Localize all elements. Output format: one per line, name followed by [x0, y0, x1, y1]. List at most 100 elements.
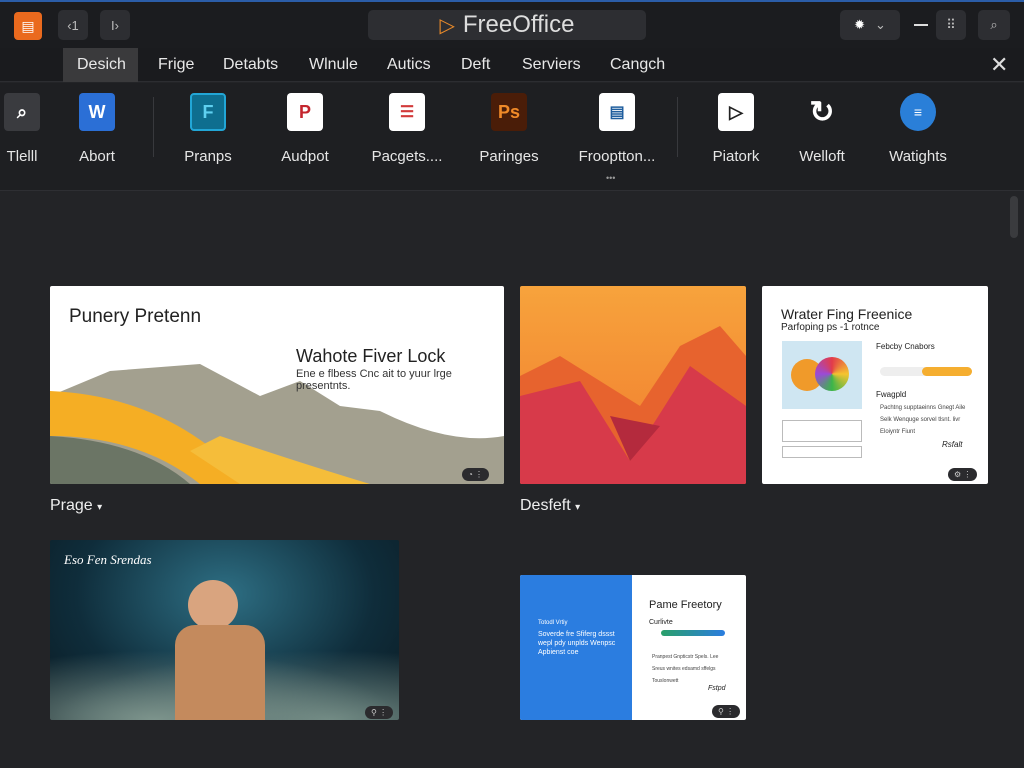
bullet-list: Pachtng supptaeinns Gnegt Aile Selk Wenq…	[880, 402, 965, 438]
scrollbar[interactable]	[1010, 196, 1018, 238]
ribbon-item-pranps[interactable]: F Pranps	[160, 93, 256, 165]
text-box	[782, 446, 862, 458]
signature: Rsfalt	[942, 440, 963, 449]
tab-detabts[interactable]: Detabts	[209, 48, 292, 82]
forward-button[interactable]: I›	[100, 10, 130, 40]
ribbon-item-piatork[interactable]: ▷ Piatork	[688, 93, 784, 165]
more-indicator[interactable]: •••	[606, 173, 615, 183]
label-text: Prage	[50, 497, 93, 514]
list-item: Pachtng supptaeinns Gnegt Aile	[880, 405, 966, 411]
play-folder-icon: ▷	[718, 93, 754, 131]
card-heading: Wahote Fiver Lock	[296, 346, 446, 366]
document-red-icon: ☰	[389, 93, 425, 131]
tab-frige[interactable]: Frige	[144, 48, 208, 82]
card-body: Ene e flbess Cnc ait to yuur lrge presen…	[296, 368, 452, 392]
chat-icon: ≡	[900, 93, 936, 131]
tab-wlnule[interactable]: Wlnule	[295, 48, 372, 82]
word-icon: W	[79, 93, 115, 131]
side-heading: Febcby Cnabors	[876, 342, 935, 351]
divider	[153, 97, 154, 157]
list-item: Pranpest Gnpticstr Spels. Lee	[652, 654, 719, 660]
tab-desich[interactable]: Desich	[63, 48, 138, 82]
template-label-desfeft[interactable]: Desfeft ▾	[520, 497, 580, 515]
signature: Fstpd	[708, 685, 726, 692]
kicker: Totodl Vrtiy	[538, 620, 568, 626]
settings-dropdown[interactable]: ✹ ⌄	[840, 10, 900, 40]
tab-deft[interactable]: Deft	[447, 48, 504, 82]
list-item: Selk Wenquge sorvel tlsnt. livr	[880, 417, 961, 423]
tab-autics[interactable]: Autics	[373, 48, 445, 82]
app-logo-icon[interactable]: ▤	[14, 12, 42, 40]
tab-cangch[interactable]: Cangch	[596, 48, 679, 82]
ribbon-label: Frooptton...	[578, 148, 656, 165]
person-body	[175, 625, 265, 720]
grid-icon[interactable]: ⠿	[936, 10, 966, 40]
ribbon-item-watights[interactable]: ≡ Watights	[870, 93, 966, 165]
ribbon-label: Welloft	[799, 148, 845, 165]
list-item: Sreus wnites edsamd sffelgs	[652, 666, 716, 672]
ribbon-item-frooptton[interactable]: ▤ Frooptton...	[569, 93, 665, 165]
template-card-2[interactable]	[520, 286, 746, 484]
list-heading: Fwagpld	[876, 390, 907, 399]
play-logo-icon: ▷	[439, 14, 455, 37]
panel-heading: Soverde fre Sfiferg dssst wepl pdy unpld…	[538, 631, 616, 656]
ribbon-label: Tlelll	[6, 148, 38, 165]
label-text: Desfeft	[520, 497, 571, 514]
card-badge: ⚲ ⋮	[712, 705, 741, 718]
text-box	[782, 420, 862, 442]
template-card-5[interactable]: Totodl Vrtiy Soverde fre Sfiferg dssst w…	[520, 575, 746, 720]
ribbon-label: Pacgets....	[371, 148, 443, 165]
card-badge: ⚙ ⋮	[948, 468, 978, 481]
close-icon[interactable]: ✕	[990, 52, 1008, 78]
ribbon-item-paringes[interactable]: Ps Paringes	[461, 93, 557, 165]
list-item: Eloiyntr Fiunt	[880, 429, 916, 435]
card-badge: ◔ ⋮	[462, 468, 490, 481]
template-label-prage[interactable]: Prage ▾	[50, 497, 102, 515]
progress-bar	[880, 367, 972, 376]
file-f-icon: F	[190, 93, 226, 131]
back-button[interactable]: ‹1	[58, 10, 88, 40]
ribbon: ⌕ Tlelll W Abort F Pranps P Audpot ☰ Pacgets.…	[0, 83, 1024, 191]
ribbon-item-pacgets[interactable]: ☰ Pacgets....	[359, 93, 455, 165]
template-card-1[interactable]: Punery Pretenn Wahote Fiver Lock Ene e f…	[50, 286, 504, 484]
template-card-3[interactable]: Wrater Fing Freenice Parfoping ps -1 rot…	[762, 286, 988, 484]
ribbon-item-audpot[interactable]: P Audpot	[257, 93, 353, 165]
app-title-box: ▷ FreeOffice	[368, 10, 646, 40]
chevron-down-icon: ▾	[97, 502, 103, 513]
photoshop-icon: Ps	[491, 93, 527, 131]
ribbon-label: Piatork	[712, 148, 760, 165]
card-title: Wrater Fing Freenice	[781, 306, 913, 322]
card-title: Pame Freetory	[649, 599, 722, 611]
card-subtitle: Parfoping ps -1 rotnce	[781, 322, 880, 333]
title-bar: ▤ ‹1 I› ▷ FreeOffice ✹ ⌄ ⠿ ⌕	[0, 0, 1024, 48]
ribbon-item-abort[interactable]: W Abort	[49, 93, 145, 165]
app-title: FreeOffice	[462, 11, 575, 38]
presentation-p-icon: P	[287, 93, 323, 131]
search-button[interactable]: ⌕	[978, 10, 1010, 40]
bullet-list: Pranpest Gnpticstr Spels. Lee Sreus wnit…	[652, 651, 718, 687]
minimize-button[interactable]	[914, 24, 928, 26]
chevron-down-icon: ⌄	[875, 17, 886, 32]
ribbon-label: Pranps	[184, 148, 232, 165]
spreadsheet-icon: ▤	[599, 93, 635, 131]
blue-panel: Totodl Vrtiy Soverde fre Sfiferg dssst w…	[520, 575, 632, 720]
refresh-icon: ↻	[809, 95, 835, 129]
progress-bar	[661, 630, 725, 636]
ribbon-item-welloft[interactable]: ↻ Welloft	[774, 93, 870, 166]
gear-icon: ✹	[854, 17, 865, 32]
divider	[677, 97, 678, 157]
person-photo	[188, 580, 238, 630]
menu-bar: Desich Frige Detabts Wlnule Autics Deft …	[0, 48, 1024, 82]
ribbon-label: Watights	[889, 148, 947, 165]
search-icon: ⌕	[4, 93, 40, 131]
tab-serviers[interactable]: Serviers	[508, 48, 595, 82]
template-card-4[interactable]: Eso Fen Srendas ⚲ ⋮	[50, 540, 399, 720]
ribbon-label: Abort	[79, 148, 115, 165]
card-subtitle: Curlivte	[649, 619, 673, 626]
card-title: Eso Fen Srendas	[64, 552, 152, 567]
abstract-artwork	[520, 326, 746, 484]
card-badge: ⚲ ⋮	[365, 706, 394, 719]
ribbon-label: Paringes	[479, 148, 539, 165]
card-title: Punery Pretenn	[69, 306, 202, 327]
ribbon-label: Audpot	[281, 148, 329, 165]
